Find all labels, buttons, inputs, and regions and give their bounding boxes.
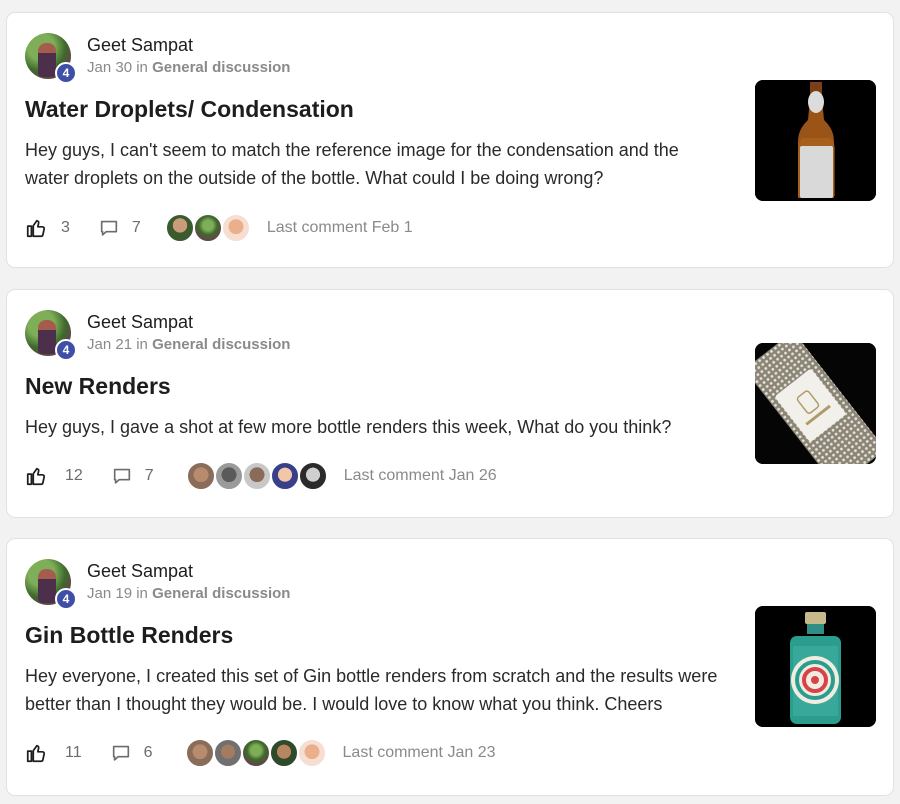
like-button[interactable]: 12 [25,465,83,487]
comment-button[interactable]: 7 [98,217,141,239]
author-avatar[interactable]: 4 [25,33,77,84]
in-word: in [136,336,148,353]
post-footer: 3 7 Last comment Feb 1 [25,212,413,244]
participant-avatar[interactable] [269,461,300,491]
post-card[interactable]: 4 Geet Sampat Jan 19 in General discussi… [6,538,894,796]
comment-count: 7 [131,219,141,236]
post-date: Jan 21 [87,336,133,353]
last-comment: Last comment Feb 1 [266,219,413,236]
post-body: Hey guys, I can't seem to match the refe… [25,140,679,188]
participant-avatar[interactable] [192,213,223,243]
author-name[interactable]: Geet Sampat [87,311,290,333]
comment-count: 6 [143,744,153,761]
post-thumbnail[interactable] [755,80,876,201]
author-avatar[interactable]: 4 [25,310,77,361]
post-title[interactable]: New Renders [25,373,171,400]
participant-avatar[interactable] [212,738,243,768]
post-card[interactable]: 4 Geet Sampat Jan 21 in General discussi… [6,289,894,518]
like-button[interactable]: 3 [25,217,70,239]
post-title[interactable]: Water Droplets/ Condensation [25,96,354,123]
in-word: in [136,59,148,76]
comment-icon [113,468,130,484]
post-footer: 12 7 Last comment Jan 26 [25,460,497,492]
participant-avatar[interactable] [164,213,195,243]
comment-button[interactable]: 7 [111,465,154,487]
participant-avatar[interactable] [220,213,251,243]
level-badge: 4 [55,62,77,84]
category-link[interactable]: General discussion [152,59,290,76]
participant-avatars [164,213,251,243]
post-card[interactable]: 4 Geet Sampat Jan 30 in General discussi… [6,12,894,268]
thumbs-up-icon [26,467,46,486]
amber-bottle-image [755,80,876,201]
comment-count: 7 [144,467,154,484]
comment-icon [112,745,129,761]
participant-avatar[interactable] [240,738,271,768]
like-count: 3 [61,219,70,236]
level-badge: 4 [55,588,77,610]
participant-avatar[interactable] [241,461,272,491]
textured-gin-bottle-image [755,343,876,464]
category-link[interactable]: General discussion [152,585,290,602]
like-count: 12 [65,467,83,484]
post-thumbnail[interactable] [755,606,876,727]
participant-avatars [184,738,327,768]
like-button[interactable]: 11 [25,742,82,764]
post-header: 4 Geet Sampat Jan 19 in General discussi… [25,559,290,610]
last-comment: Last comment Jan 23 [342,744,496,761]
post-meta: Jan 19 in General discussion [87,584,290,604]
teal-gin-bottle-image [755,606,876,727]
thumbs-up-icon [26,744,46,763]
discussion-feed: 4 Geet Sampat Jan 30 in General discussi… [0,0,900,804]
participant-avatar[interactable] [185,461,216,491]
post-meta: Jan 21 in General discussion [87,335,290,355]
post-thumbnail[interactable] [755,343,876,464]
comment-button[interactable]: 6 [110,742,153,764]
in-word: in [136,585,148,602]
post-meta: Jan 30 in General discussion [87,58,290,78]
post-body: Hey everyone, I created this set of Gin … [25,666,718,714]
participant-avatar[interactable] [213,461,244,491]
post-title[interactable]: Gin Bottle Renders [25,622,233,649]
post-date: Jan 30 [87,59,133,76]
post-footer: 11 6 Last comment Jan 23 [25,737,495,769]
author-name[interactable]: Geet Sampat [87,560,290,582]
participant-avatar[interactable] [296,738,327,768]
participant-avatars [185,461,328,491]
participant-avatar[interactable] [184,738,215,768]
post-header: 4 Geet Sampat Jan 21 in General discussi… [25,310,290,361]
thumbs-up-icon [26,219,46,238]
like-count: 11 [65,744,82,761]
last-comment: Last comment Jan 26 [343,467,497,484]
author-name[interactable]: Geet Sampat [87,34,290,56]
participant-avatar[interactable] [297,461,328,491]
category-link[interactable]: General discussion [152,336,290,353]
participant-avatar[interactable] [268,738,299,768]
author-avatar[interactable]: 4 [25,559,77,610]
level-badge: 4 [55,339,77,361]
comment-icon [100,220,118,236]
post-date: Jan 19 [87,585,133,602]
post-header: 4 Geet Sampat Jan 30 in General discussi… [25,33,290,84]
post-body: Hey guys, I gave a shot at few more bott… [25,417,672,437]
